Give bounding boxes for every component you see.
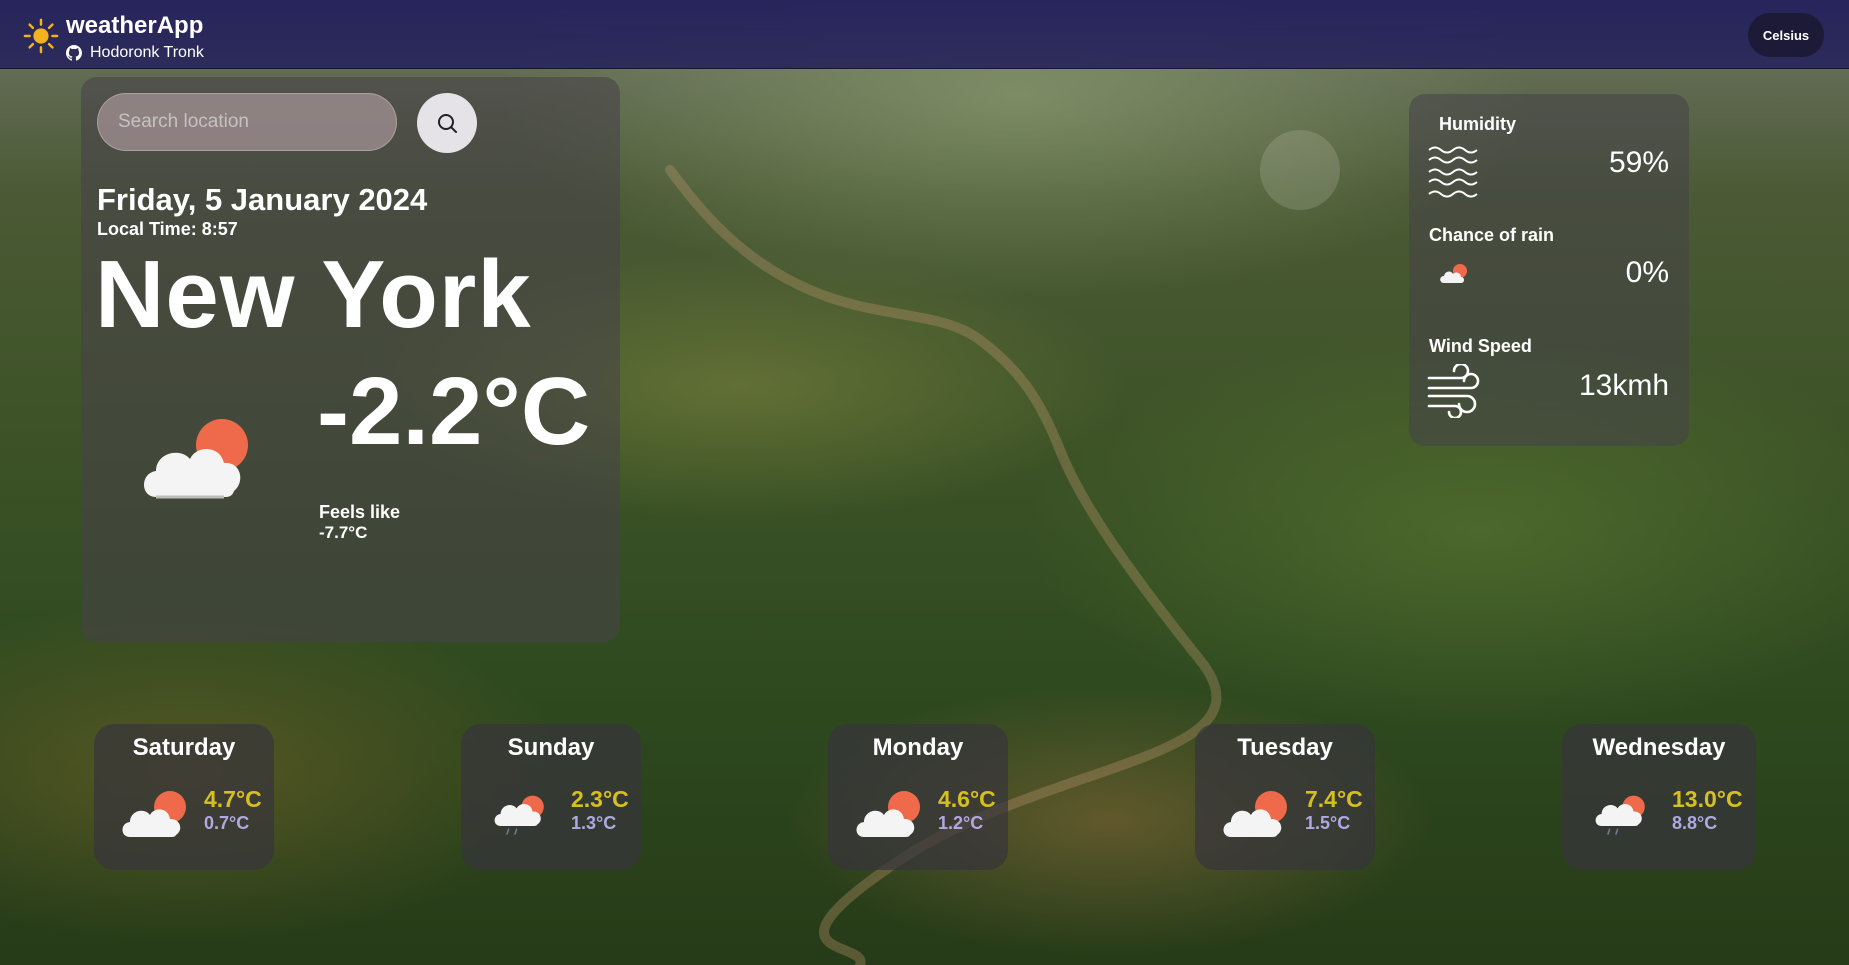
author-name: Hodoronk Tronk [90,44,204,61]
forecast-min-temp: 1.2°C [938,813,984,833]
app-header: weatherApp Hodoronk Tronk Celsius [0,0,1849,69]
cloud-sun-icon [144,419,248,499]
forecast-min-temp: 8.8°C [1672,813,1718,833]
forecast-max-temp: 13.0°C [1672,786,1743,812]
feels-like-label: Feels like [319,502,401,522]
cloud-sun-icon [122,791,186,837]
cloud-sun-rain-icon [494,795,544,835]
sun-icon [23,18,59,54]
forecast-max-temp: 4.7°C [204,786,262,812]
forecast-min-temp: 1.3°C [571,813,617,833]
search-input[interactable] [97,93,397,151]
current-date: Friday, 5 January 2024 [97,182,428,217]
cloud-sun-icon [1440,264,1467,283]
forecast-max-temp: 7.4°C [1305,786,1363,812]
search-icon [438,114,457,133]
search-button[interactable] [417,93,477,153]
forecast-min-temp: 0.7°C [204,813,250,833]
current-weather-card: Friday, 5 January 2024 Local Time: 8:57 … [81,77,620,642]
forecast-card-tuesday: Tuesday 7.4°C 1.5°C [1195,724,1375,870]
forecast-card-sunday: Sunday 2.3°C 1.3°C [461,724,641,870]
humidity-value: 59% [1608,146,1669,179]
cloud-sun-icon [856,791,920,837]
app-title: weatherApp [66,12,204,39]
forecast-day: Tuesday [1237,734,1333,761]
wind-icon [1427,364,1480,418]
wind-value: 13kmh [1578,369,1669,402]
weather-details-card: Humidity 59% Chance of rain 0% Wind Spee… [1409,94,1689,446]
author-link[interactable]: Hodoronk Tronk [66,44,204,62]
forecast-max-temp: 2.3°C [571,786,629,812]
city-name: New York [95,241,532,348]
cloud-sun-rain-icon [1595,795,1645,835]
feels-like-value: -7.7°C [319,523,368,542]
forecast-card-wednesday: Wednesday 13.0°C 8.8°C [1562,724,1756,870]
local-time: Local Time: 8:57 [97,219,238,239]
forecast-max-temp: 4.6°C [938,786,996,812]
humidity-label: Humidity [1439,114,1517,134]
forecast-day: Sunday [507,734,595,761]
rain-value: 0% [1625,256,1669,289]
forecast-day: Saturday [132,734,236,761]
current-temperature: -2.2°C [317,358,591,465]
github-icon [66,45,82,61]
forecast-day: Wednesday [1592,734,1726,761]
humidity-waves-icon [1428,146,1478,198]
forecast-card-monday: Monday 4.6°C 1.2°C [828,724,1008,870]
cloud-sun-icon [1223,791,1287,837]
forecast-day: Monday [872,734,964,761]
forecast-min-temp: 1.5°C [1305,813,1351,833]
wind-label: Wind Speed [1429,336,1532,356]
unit-toggle-button[interactable]: Celsius [1748,13,1824,57]
rain-label: Chance of rain [1429,225,1555,245]
forecast-card-saturday: Saturday 4.7°C 0.7°C [94,724,274,870]
